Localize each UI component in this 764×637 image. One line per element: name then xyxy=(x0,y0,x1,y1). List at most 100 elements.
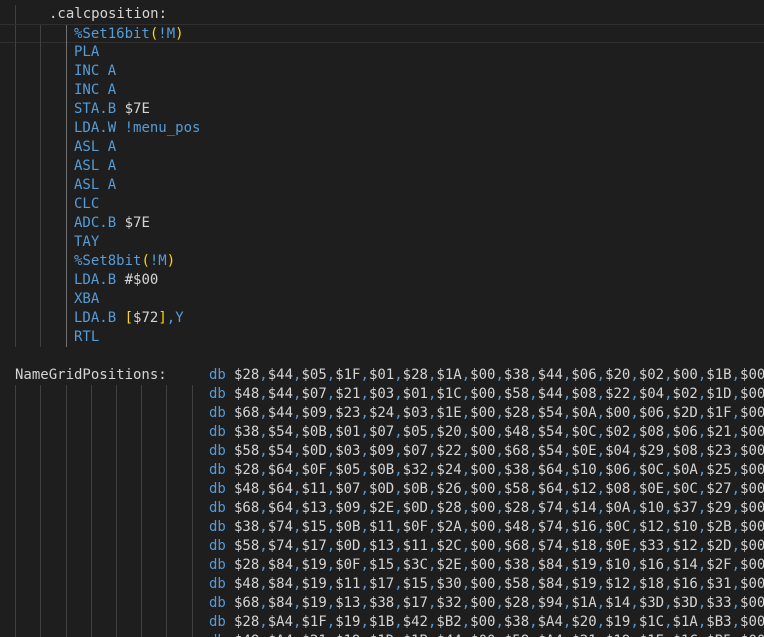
indent-guide xyxy=(91,575,92,594)
hex-byte: $10 xyxy=(672,519,698,535)
code-line[interactable]: ASL A xyxy=(0,176,764,195)
code-editor[interactable]: .calcposition: %Set16bit(!M) PLA INC A INC A… xyxy=(0,0,764,637)
code-line[interactable] xyxy=(0,347,764,366)
hex-byte: $00 xyxy=(470,405,496,421)
indent-guide xyxy=(116,537,117,556)
code-text: INC A xyxy=(74,81,116,100)
hex-byte: $1F xyxy=(706,405,732,421)
indent-guide xyxy=(15,233,16,252)
db-values: $48,$64,$11,$07,$0D,$0B,$26,$00,$58,$64,… xyxy=(234,480,764,499)
code-line[interactable]: db $48,$64,$11,$07,$0D,$0B,$26,$00,$58,$6… xyxy=(0,480,764,499)
comma: , xyxy=(326,443,336,459)
hex-byte: $15 xyxy=(301,519,327,535)
hex-byte: $30 xyxy=(436,576,462,592)
code-line[interactable]: TAY xyxy=(0,233,764,252)
code-line[interactable]: %Set8bit(!M) xyxy=(0,252,764,271)
indent-guide xyxy=(40,81,41,100)
code-line[interactable]: LDA.B [$72],Y xyxy=(0,309,764,328)
hex-byte: $22 xyxy=(605,386,631,402)
db-values: $68,$84,$19,$13,$38,$17,$32,$00,$28,$94,… xyxy=(234,594,764,613)
code-token: ASL A xyxy=(74,158,117,174)
code-line[interactable]: PLA xyxy=(0,43,764,62)
comma: , xyxy=(596,462,606,478)
hex-byte: $0D xyxy=(368,481,395,497)
indent-guide xyxy=(40,195,41,214)
hex-byte: $00 xyxy=(740,386,764,402)
hex-byte: $28 xyxy=(234,462,260,478)
hex-byte: $19 xyxy=(301,576,327,592)
code-line[interactable]: .calcposition: xyxy=(0,5,764,24)
code-line[interactable]: db $58,$74,$17,$0D,$13,$11,$2C,$00,$68,$7… xyxy=(0,537,764,556)
comma: , xyxy=(259,557,268,573)
code-line[interactable]: db $48,$84,$19,$11,$17,$15,$30,$00,$58,$8… xyxy=(0,575,764,594)
code-token: .calcposition: xyxy=(49,6,168,22)
code-line[interactable]: CLC xyxy=(0,195,764,214)
code-line[interactable]: %Set16bit(!M) xyxy=(0,24,764,44)
comma: , xyxy=(630,443,639,459)
hex-byte: $2D xyxy=(672,405,698,421)
code-line[interactable]: INC A xyxy=(0,81,764,100)
indent-guide xyxy=(192,575,193,594)
comma: , xyxy=(326,481,336,497)
code-line[interactable]: db $38,$74,$15,$0B,$11,$0F,$2A,$00,$48,$7… xyxy=(0,518,764,537)
comma: , xyxy=(394,595,403,611)
comma: , xyxy=(529,481,538,497)
code-text: ASL A xyxy=(74,157,116,176)
indent-guide xyxy=(166,499,167,518)
code-token: ) xyxy=(175,26,184,42)
code-line[interactable]: XBA xyxy=(0,290,764,309)
code-line[interactable]: db $28,$84,$19,$0F,$15,$3C,$2E,$00,$38,$8… xyxy=(0,556,764,575)
comma: , xyxy=(529,538,538,554)
hex-byte: $0E xyxy=(605,538,631,554)
comma: , xyxy=(596,443,606,459)
code-line[interactable]: db $68,$64,$13,$09,$2E,$0D,$28,$00,$28,$7… xyxy=(0,499,764,518)
code-token: ASL A xyxy=(74,139,117,155)
indent-guide xyxy=(192,594,193,613)
code-line[interactable]: db$48,$A4,$21,$19,$1D,$1B,$44,$00,$58,$A… xyxy=(0,632,764,637)
hex-byte: $21 xyxy=(706,424,732,440)
hex-byte: $1C xyxy=(436,386,462,402)
code-line[interactable]: LDA.B #$00 xyxy=(0,271,764,290)
hex-byte: $05 xyxy=(335,462,361,478)
indent-guide xyxy=(192,518,193,537)
indent-guide xyxy=(66,290,67,309)
code-line[interactable]: NameGridPositions: db $28,$44,$05,$1F,$01,… xyxy=(0,366,764,385)
hex-byte: $18 xyxy=(638,576,665,592)
db-values: $58,$74,$17,$0D,$13,$11,$2C,$00,$68,$74,… xyxy=(234,537,764,556)
indent-guide xyxy=(116,518,117,537)
hex-byte: $16 xyxy=(638,557,665,573)
hex-byte: $58 xyxy=(234,538,260,554)
code-line[interactable]: INC A xyxy=(0,62,764,81)
hex-byte: $48 xyxy=(503,519,530,535)
indent-guide xyxy=(66,25,67,44)
hex-byte: $03 xyxy=(402,405,428,421)
hex-byte: $28 xyxy=(234,557,260,573)
indent-guide xyxy=(66,556,67,575)
indent-guide xyxy=(40,423,41,442)
code-line[interactable]: STA.B $7E xyxy=(0,100,764,119)
hex-byte: $00 xyxy=(470,633,495,637)
hex-byte: $48 xyxy=(234,633,259,637)
code-line[interactable]: db $48,$44,$07,$21,$03,$01,$1C,$00,$58,$4… xyxy=(0,385,764,404)
code-text: RTL xyxy=(74,328,99,347)
code-line[interactable]: ASL A xyxy=(0,138,764,157)
code-line[interactable]: LDA.W !menu_pos xyxy=(0,119,764,138)
indent-guide xyxy=(192,442,193,461)
code-line[interactable]: RTL xyxy=(0,328,764,347)
code-line[interactable]: ADC.B $7E xyxy=(0,214,764,233)
code-line[interactable]: db $28,$A4,$1F,$19,$1B,$42,$B2,$00,$38,$A… xyxy=(0,613,764,632)
code-line[interactable]: db $68,$84,$19,$13,$38,$17,$32,$00,$28,$9… xyxy=(0,594,764,613)
code-line[interactable]: db $58,$54,$0D,$03,$09,$07,$22,$00,$68,$5… xyxy=(0,442,764,461)
hex-byte: $0E xyxy=(638,481,665,497)
code-line[interactable]: db $28,$64,$0F,$05,$0B,$32,$24,$00,$38,$6… xyxy=(0,461,764,480)
comma: , xyxy=(360,443,369,459)
code-line[interactable]: ASL A xyxy=(0,157,764,176)
hex-byte: $17 xyxy=(402,595,428,611)
comma: , xyxy=(664,519,673,535)
comma: , xyxy=(326,405,336,421)
code-line[interactable]: db $68,$44,$09,$23,$24,$03,$1E,$00,$28,$5… xyxy=(0,404,764,423)
comma: , xyxy=(461,386,471,402)
code-line[interactable]: db $38,$54,$0B,$01,$07,$05,$20,$00,$48,$5… xyxy=(0,423,764,442)
hex-byte: $17 xyxy=(301,538,327,554)
comma: , xyxy=(495,386,504,402)
